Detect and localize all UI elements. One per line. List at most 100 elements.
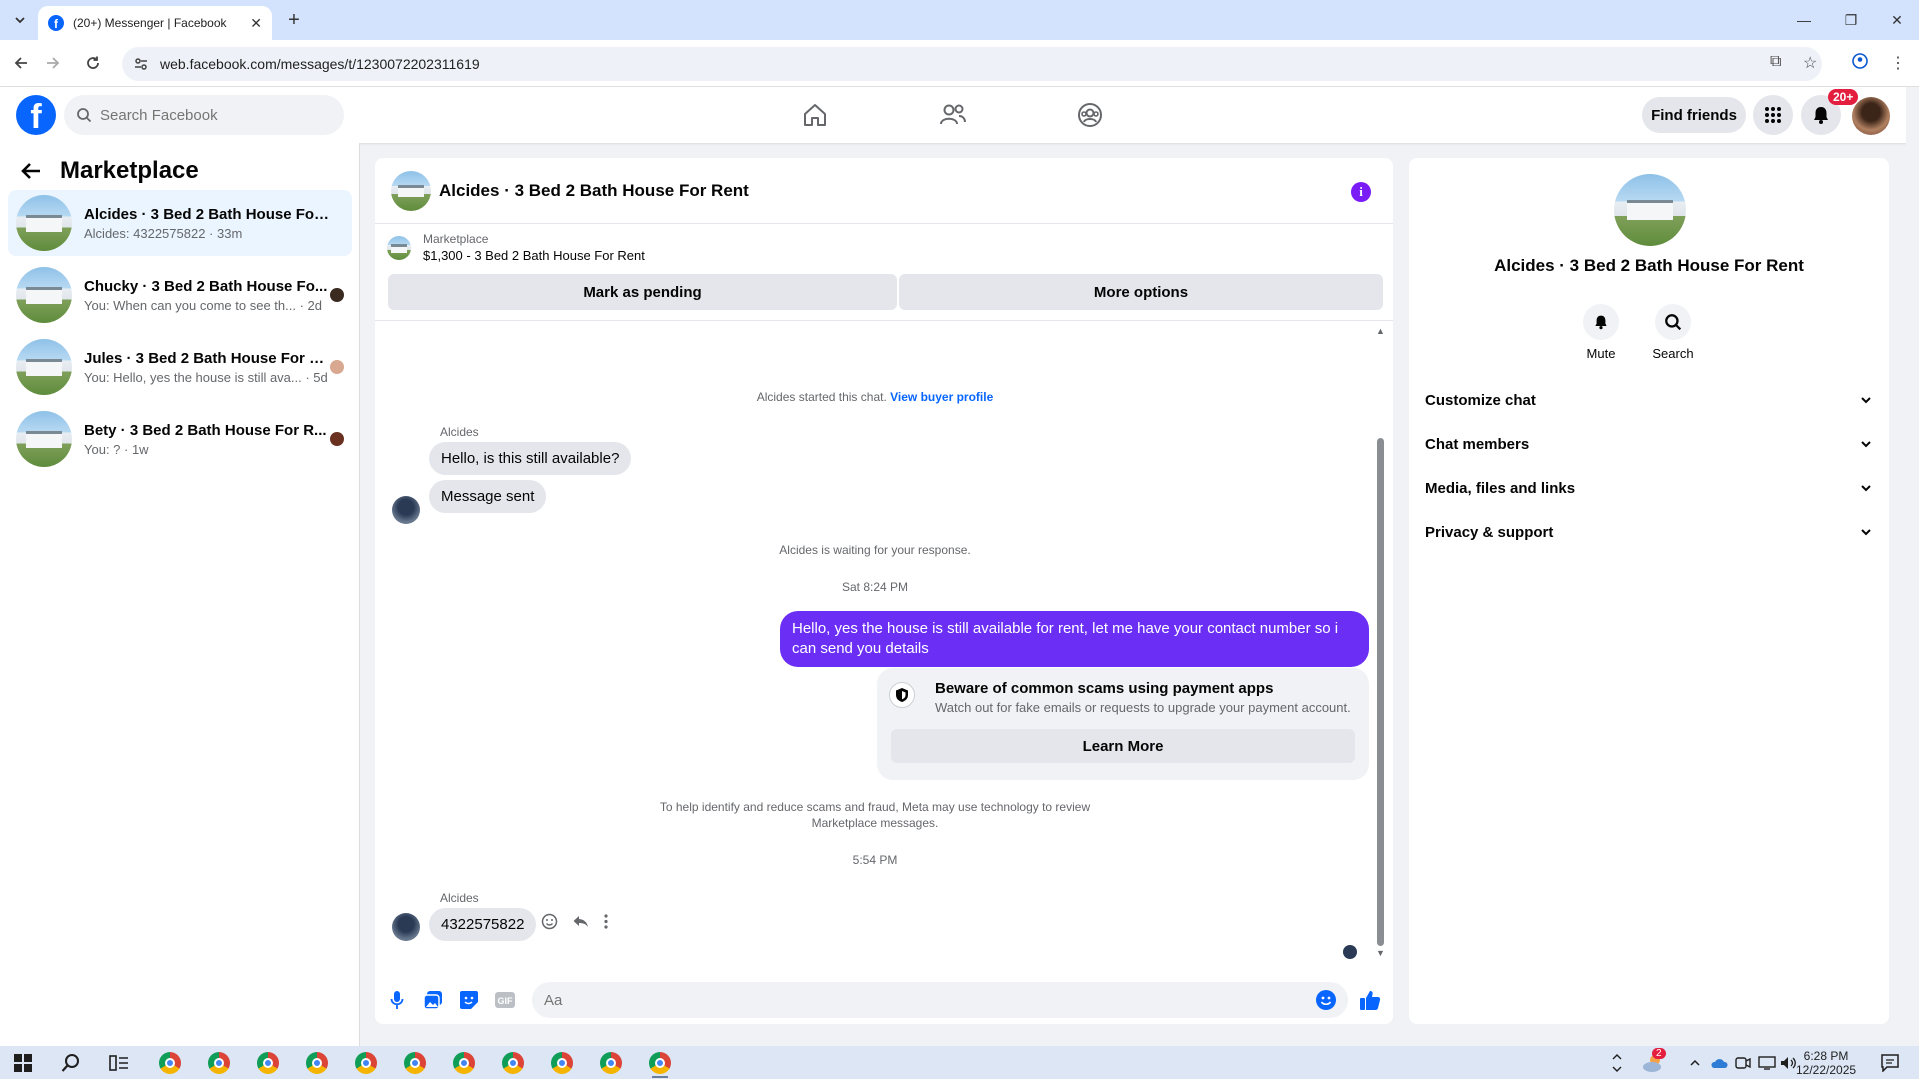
facebook-search-input[interactable] — [100, 106, 320, 124]
onedrive-icon[interactable] — [1706, 1050, 1732, 1076]
close-window-button[interactable]: ✕ — [1882, 8, 1912, 32]
chrome-taskbar-icon[interactable] — [353, 1050, 379, 1076]
my-message-bubble[interactable]: Hello, yes the house is still available … — [780, 611, 1369, 667]
system-clock[interactable]: 6:28 PM 12/22/2025 — [1796, 1049, 1856, 1077]
address-bar-row: web.facebook.com/messages/t/123007220231… — [0, 40, 1919, 87]
listing-thumbnail — [16, 195, 72, 251]
view-buyer-profile-link[interactable]: View buyer profile — [890, 390, 993, 404]
conversation-preview: Alcides: 4322575822 · 33m — [84, 225, 243, 241]
chrome-taskbar-icon[interactable] — [451, 1050, 477, 1076]
more-options-button[interactable]: More options — [899, 274, 1383, 310]
mark-as-pending-button[interactable]: Mark as pending — [388, 274, 897, 310]
tray-chevron-up-icon[interactable] — [1682, 1050, 1708, 1076]
listing-image[interactable] — [1614, 174, 1686, 246]
taskbar-search-icon[interactable] — [58, 1050, 84, 1076]
meet-now-icon[interactable] — [1730, 1050, 1756, 1076]
reply-icon[interactable] — [572, 913, 589, 930]
chrome-taskbar-icon[interactable] — [304, 1050, 330, 1076]
listing-summary[interactable]: Marketplace $1,300 - 3 Bed 2 Bath House … — [387, 232, 645, 263]
grid-menu-icon — [1765, 107, 1781, 123]
section-label: Customize chat — [1425, 391, 1536, 409]
customize-chat-row[interactable]: Customize chat — [1425, 382, 1873, 418]
browser-menu-icon[interactable]: ⋮ — [1890, 53, 1906, 73]
chat-started-text: Alcides started this chat. — [756, 390, 887, 404]
info-icon[interactable]: i — [1351, 182, 1371, 202]
thumbs-up-icon[interactable] — [1358, 988, 1382, 1012]
back-arrow-icon[interactable] — [20, 160, 42, 182]
home-nav-button[interactable] — [760, 95, 870, 135]
chat-scrollbar[interactable]: ▲ ▼ — [1375, 326, 1387, 966]
mute-button[interactable]: Mute — [1571, 304, 1631, 361]
search-conversation-button[interactable]: Search — [1643, 304, 1703, 361]
windows-taskbar: 2 6:28 PM 12/22/2025 — [0, 1046, 1919, 1079]
message-bubble[interactable]: 4322575822 — [429, 908, 537, 941]
chrome-taskbar-icon[interactable] — [500, 1050, 526, 1076]
participant-avatar — [330, 432, 344, 446]
install-app-icon[interactable]: ⧉ — [1770, 53, 1781, 71]
sender-avatar[interactable] — [392, 496, 420, 524]
sticker-icon[interactable] — [457, 988, 481, 1012]
chrome-taskbar-icon[interactable] — [157, 1050, 183, 1076]
account-avatar[interactable] — [1852, 97, 1890, 135]
conversation-item-jules[interactable]: Jules · 3 Bed 2 Bath House For R... You:… — [8, 334, 352, 400]
chat-listing-thumbnail[interactable] — [391, 170, 431, 211]
site-settings-icon[interactable] — [134, 57, 148, 71]
friends-nav-button[interactable] — [898, 95, 1008, 135]
message-bubble[interactable]: Message sent — [429, 480, 547, 513]
tab-search-dropdown[interactable] — [8, 8, 32, 32]
chrome-taskbar-icon[interactable] — [549, 1050, 575, 1076]
minimize-button[interactable]: — — [1789, 8, 1819, 32]
conversation-item-chucky[interactable]: Chucky · 3 Bed 2 Bath House Fo... You: W… — [8, 262, 352, 328]
chrome-taskbar-icon[interactable] — [598, 1050, 624, 1076]
forward-button[interactable] — [40, 50, 66, 76]
new-tab-button[interactable]: + — [282, 8, 306, 32]
message-actions — [541, 913, 609, 930]
profile-icon[interactable] — [1852, 53, 1868, 74]
conversation-item-bety[interactable]: Bety · 3 Bed 2 Bath House For R... You: … — [8, 406, 352, 472]
windows-start-icon[interactable] — [10, 1050, 36, 1076]
bell-icon — [1814, 107, 1828, 124]
tab-title: (20+) Messenger | Facebook — [73, 16, 227, 30]
chat-members-row[interactable]: Chat members — [1425, 426, 1873, 462]
task-view-icon[interactable] — [106, 1050, 132, 1076]
chrome-taskbar-icon[interactable] — [647, 1050, 673, 1076]
message-bubble[interactable]: Hello, is this still available? — [429, 442, 632, 475]
back-button[interactable] — [8, 50, 34, 76]
listing-thumbnail — [16, 411, 72, 467]
react-emoji-icon[interactable] — [541, 913, 558, 930]
facebook-search[interactable] — [64, 95, 344, 135]
photo-icon[interactable] — [421, 988, 445, 1012]
browser-tab-active[interactable]: f (20+) Messenger | Facebook ✕ — [38, 6, 272, 40]
conversation-item-alcides[interactable]: Alcides · 3 Bed 2 Bath House For R... Al… — [8, 190, 352, 256]
message-input[interactable] — [544, 991, 1284, 1009]
notification-center-icon[interactable] — [1877, 1050, 1903, 1076]
more-actions-icon[interactable] — [603, 913, 609, 930]
close-tab-icon[interactable]: ✕ — [250, 15, 262, 32]
bookmark-star-icon[interactable]: ☆ — [1803, 53, 1817, 73]
privacy-support-row[interactable]: Privacy & support — [1425, 514, 1873, 550]
scroll-down-icon[interactable]: ▼ — [1376, 948, 1385, 958]
scroll-up-icon[interactable]: ▲ — [1376, 326, 1385, 336]
show-hidden-arrows-icon[interactable] — [1604, 1050, 1630, 1076]
microphone-icon[interactable] — [385, 988, 409, 1012]
chrome-taskbar-icon[interactable] — [255, 1050, 281, 1076]
reload-button[interactable] — [80, 50, 106, 76]
facebook-logo[interactable]: f — [16, 95, 56, 135]
gif-icon[interactable]: GIF — [493, 988, 517, 1012]
chrome-taskbar-icon[interactable] — [206, 1050, 232, 1076]
omnibox[interactable]: web.facebook.com/messages/t/123007220231… — [122, 47, 1822, 81]
page-scrollbar[interactable] — [1906, 87, 1919, 1046]
media-files-links-row[interactable]: Media, files and links — [1425, 470, 1873, 506]
chat-title[interactable]: Alcides · 3 Bed 2 Bath House For Rent — [439, 181, 749, 201]
groups-nav-button[interactable] — [1035, 95, 1145, 135]
menu-button[interactable] — [1753, 95, 1793, 135]
message-input-wrapper[interactable] — [532, 982, 1348, 1018]
learn-more-button[interactable]: Learn More — [891, 729, 1355, 763]
scrollbar-thumb[interactable] — [1377, 438, 1384, 946]
find-friends-button[interactable]: Find friends — [1642, 97, 1746, 133]
restore-button[interactable]: ❐ — [1836, 8, 1866, 32]
sender-avatar[interactable] — [392, 913, 420, 941]
emoji-icon[interactable] — [1316, 990, 1336, 1010]
conversation-name: Chucky · 3 Bed 2 Bath House Fo... — [84, 277, 328, 295]
chrome-taskbar-icon[interactable] — [402, 1050, 428, 1076]
